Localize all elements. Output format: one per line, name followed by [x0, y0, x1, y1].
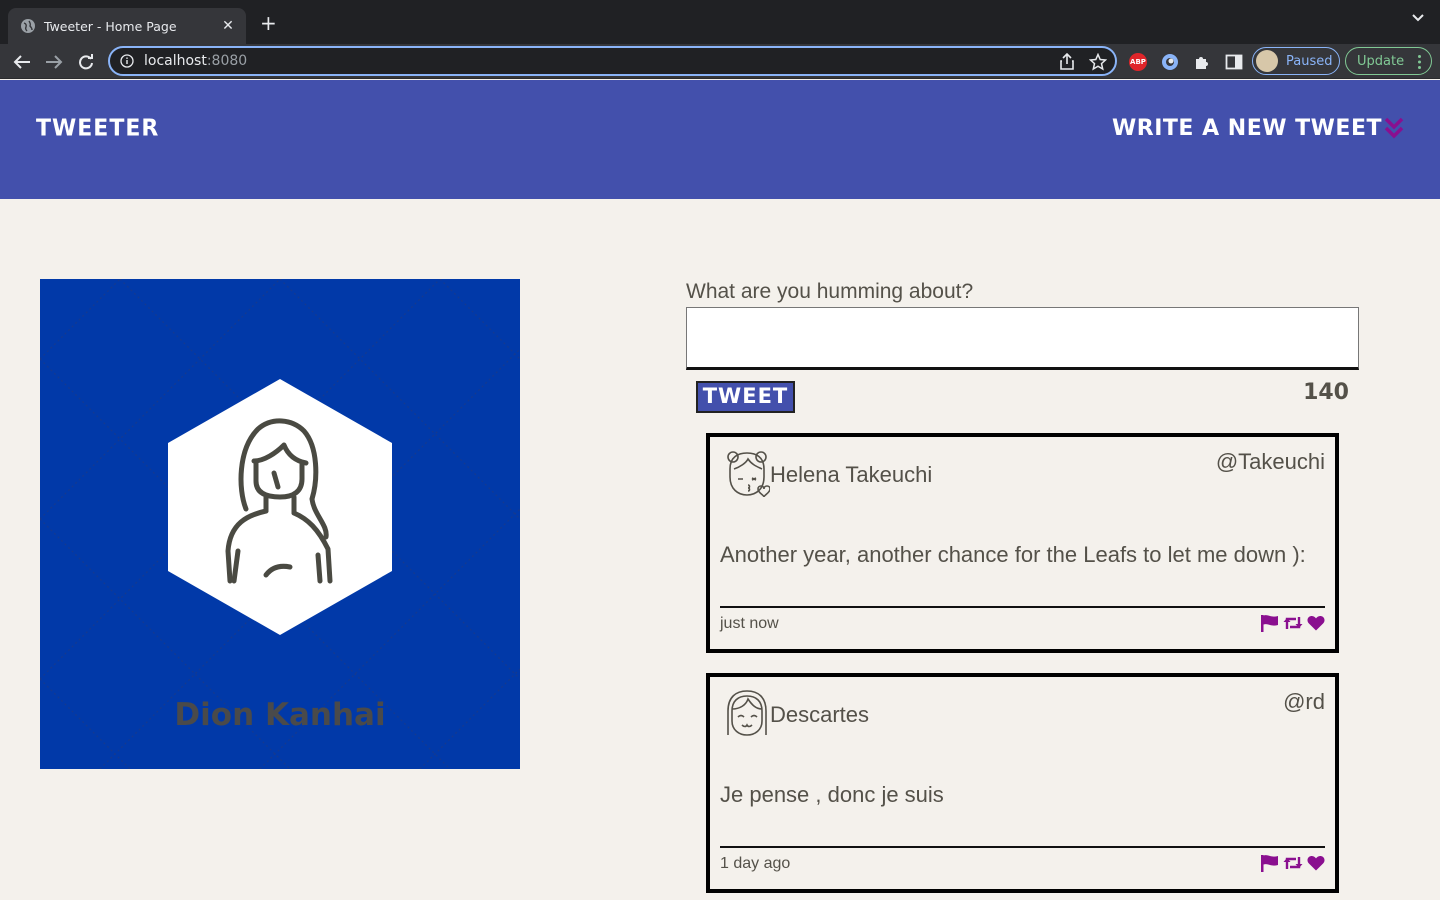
browser-toolbar: localhost:8080 ABP Paused Update — [0, 44, 1440, 79]
url-host: localhost — [144, 53, 207, 69]
tweet-divider — [720, 606, 1325, 608]
flag-icon[interactable] — [1260, 854, 1279, 872]
extension-circle-icon[interactable] — [1160, 52, 1180, 72]
forward-icon[interactable] — [42, 50, 66, 74]
profile-card: Dion Kanhai — [40, 279, 520, 769]
write-new-tweet-link[interactable]: Write a new tweet — [1112, 116, 1382, 141]
tweet-article: Helena Takeuchi @Takeuchi Another year, … — [706, 433, 1339, 653]
character-counter: 140 — [1303, 380, 1349, 405]
browser-tab[interactable]: Tweeter - Home Page ✕ — [8, 8, 246, 44]
update-button[interactable]: Update — [1345, 47, 1432, 75]
tweet-content: Another year, another chance for the Lea… — [720, 542, 1306, 567]
puzzle-extensions-icon[interactable] — [1192, 52, 1212, 72]
compose-tweet-form: What are you humming about? Tweet 140 — [686, 280, 1359, 413]
tab-close-icon[interactable]: ✕ — [220, 18, 236, 34]
user-avatar-icon — [727, 451, 770, 498]
avatar-hexagon — [168, 379, 392, 635]
tweet-author-handle: @rd — [1283, 689, 1325, 714]
side-panel-icon[interactable] — [1224, 52, 1244, 72]
flag-icon[interactable] — [1260, 614, 1279, 632]
heart-icon[interactable] — [1307, 855, 1325, 871]
user-avatar-icon — [727, 690, 767, 736]
profile-paused-button[interactable]: Paused — [1252, 47, 1340, 75]
heart-icon[interactable] — [1307, 615, 1325, 631]
profile-avatar — [1256, 50, 1278, 72]
tab-search-chevron-icon[interactable] — [1412, 14, 1424, 22]
tweet-author-name: Helena Takeuchi — [770, 462, 933, 487]
back-icon[interactable] — [10, 50, 34, 74]
tweet-article: Descartes @rd Je pense , donc je suis 1 … — [706, 673, 1339, 893]
retweet-icon[interactable] — [1283, 855, 1303, 871]
tweet-author-handle: @Takeuchi — [1215, 449, 1325, 474]
app-header: Tweeter Write a new tweet — [0, 80, 1440, 199]
address-bar[interactable]: localhost:8080 — [108, 46, 1117, 76]
tweet-content: Je pense , donc je suis — [720, 782, 944, 807]
tweet-timestamp: 1 day ago — [720, 855, 791, 872]
share-icon[interactable] — [1059, 53, 1075, 71]
tab-title: Tweeter - Home Page — [44, 18, 177, 34]
tweet-actions — [1260, 614, 1325, 632]
url-port: :8080 — [206, 53, 248, 69]
reload-icon[interactable] — [74, 50, 98, 74]
tweet-button[interactable]: Tweet — [696, 381, 795, 413]
browser-tab-bar: Tweeter - Home Page ✕ + — [0, 0, 1440, 44]
site-info-icon[interactable] — [120, 54, 134, 68]
adblock-extension-icon[interactable]: ABP — [1128, 52, 1148, 72]
new-tab-icon[interactable]: + — [260, 13, 277, 33]
globe-icon — [21, 19, 35, 33]
tweet-textarea[interactable] — [686, 307, 1359, 370]
kebab-menu-icon[interactable] — [1418, 55, 1421, 69]
tweet-actions — [1260, 854, 1325, 872]
tweet-timestamp: just now — [720, 615, 779, 632]
brand-logo-text[interactable]: Tweeter — [36, 115, 159, 141]
double-chevron-down-icon[interactable] — [1384, 116, 1404, 140]
tweet-divider — [720, 846, 1325, 848]
profile-name: Dion Kanhai — [174, 697, 386, 733]
bookmark-star-icon[interactable] — [1089, 53, 1107, 71]
compose-label: What are you humming about? — [686, 280, 974, 303]
retweet-icon[interactable] — [1283, 615, 1303, 631]
tweet-author-name: Descartes — [770, 702, 870, 727]
